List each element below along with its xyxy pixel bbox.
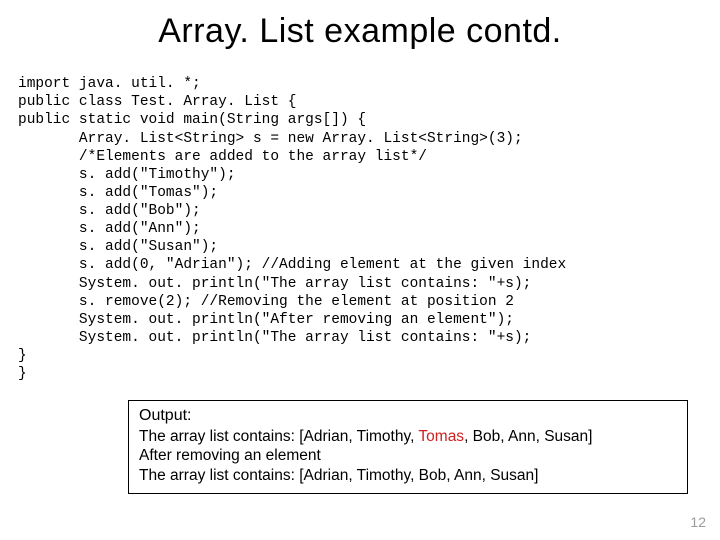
code-line: s. add("Bob");: [18, 203, 201, 219]
output-text: The array list contains: [Adrian, Timoth…: [139, 428, 418, 445]
output-text: , Bob, Ann, Susan]: [464, 428, 592, 445]
code-line: /*Elements are added to the array list*/: [18, 149, 427, 165]
code-line: }: [18, 348, 27, 364]
code-line: public static void main(String args[]) {: [18, 112, 366, 128]
output-line-2: After removing an element: [139, 446, 677, 465]
code-line: System. out. println("The array list con…: [18, 330, 531, 346]
output-line-1: The array list contains: [Adrian, Timoth…: [139, 427, 677, 446]
slide: Array. List example contd. import java. …: [0, 0, 720, 540]
code-line: }: [18, 366, 27, 382]
code-line: System. out. println("The array list con…: [18, 276, 531, 292]
code-line: s. add("Ann");: [18, 221, 201, 237]
output-box: Output: The array list contains: [Adrian…: [128, 400, 688, 494]
slide-title: Array. List example contd.: [18, 12, 702, 51]
output-label: Output:: [139, 407, 677, 425]
code-line: public class Test. Array. List {: [18, 94, 296, 110]
code-line: Array. List<String> s = new Array. List<…: [18, 131, 523, 147]
code-line: System. out. println("After removing an …: [18, 312, 514, 328]
code-line: s. add("Tomas");: [18, 185, 218, 201]
output-highlight: Tomas: [418, 428, 464, 445]
output-line-3: The array list contains: [Adrian, Timoth…: [139, 466, 677, 485]
code-line: s. remove(2); //Removing the element at …: [18, 294, 514, 310]
code-line: s. add("Timothy");: [18, 167, 236, 183]
page-number: 12: [690, 514, 706, 530]
code-block: import java. util. *; public class Test.…: [18, 57, 702, 383]
code-line: s. add(0, "Adrian"); //Adding element at…: [18, 257, 566, 273]
code-line: s. add("Susan");: [18, 239, 218, 255]
code-line: import java. util. *;: [18, 76, 201, 92]
